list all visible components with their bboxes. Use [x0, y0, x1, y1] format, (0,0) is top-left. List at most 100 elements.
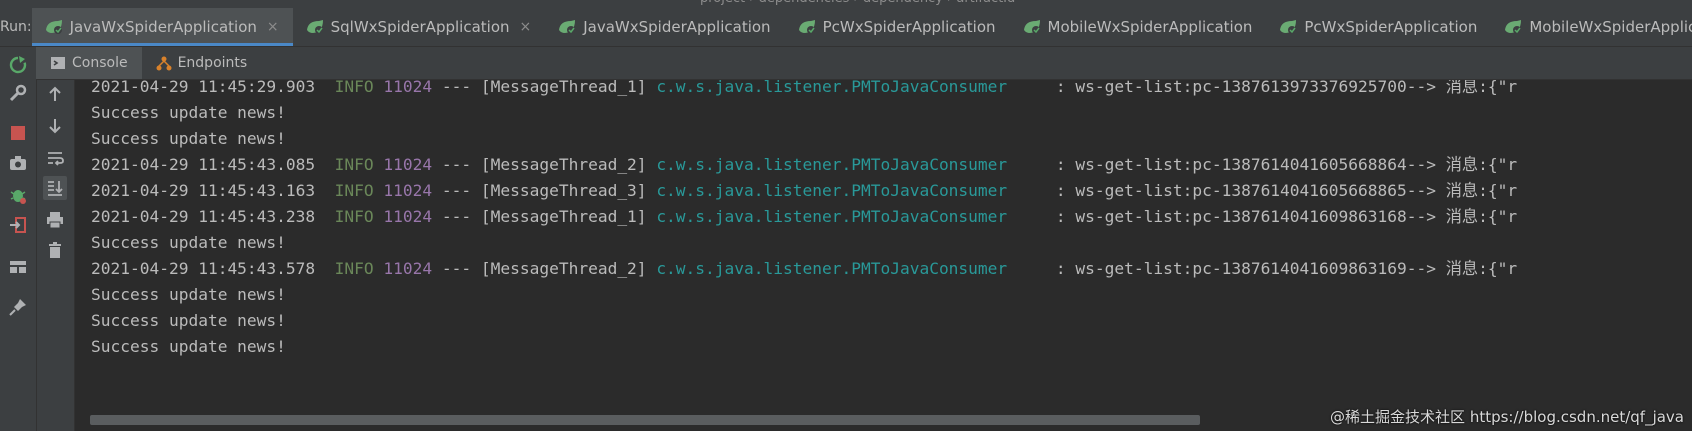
log-level: INFO: [334, 155, 374, 174]
log-separator: ---: [441, 155, 472, 174]
log-thread: [MessageThread_2]: [480, 155, 647, 174]
soft-wrap-icon[interactable]: [45, 148, 65, 168]
run-tab-label: MobileWxSpiderApplication: [1047, 18, 1253, 36]
output-text: Success update news!: [91, 285, 286, 304]
output-line: Success update news!: [91, 333, 286, 361]
log-level: INFO: [334, 207, 374, 226]
watermark-text: @稀土掘金技术社区 https://blog.csdn.net/qf_java: [1330, 408, 1684, 426]
log-logger: c.w.s.java.listener.PMToJavaConsumer: [656, 207, 1008, 226]
endpoints-icon: [156, 56, 172, 71]
spring-boot-app-icon: [559, 20, 576, 34]
pin-icon[interactable]: [8, 297, 28, 317]
scroll-to-end-toggle[interactable]: [43, 176, 67, 200]
output-text: Success update news!: [91, 103, 286, 122]
exit-icon[interactable]: [8, 215, 28, 235]
run-tab[interactable]: MobileWxSpiderApplica: [1491, 8, 1692, 46]
console-output[interactable]: 2021-04-29 11:45:29.903 INFO 11024 --- […: [75, 80, 1692, 431]
output-line: Success update news!: [91, 125, 286, 153]
log-level: INFO: [334, 181, 374, 200]
log-timestamp: 2021-04-29 11:45:29.903: [91, 80, 316, 96]
log-line: 2021-04-29 11:45:43.085 INFO 11024 --- […: [91, 151, 1517, 179]
log-separator: ---: [441, 181, 472, 200]
log-timestamp: 2021-04-29 11:45:43.578: [91, 259, 316, 278]
output-line: Success update news!: [91, 307, 286, 335]
output-line: Success update news!: [91, 229, 286, 257]
output-text: Success update news!: [91, 311, 286, 330]
spring-boot-app-icon: [1505, 20, 1522, 34]
run-left-toolbar: [0, 47, 37, 431]
run-label: Run:: [0, 19, 32, 35]
spring-boot-app-icon: [45, 20, 62, 34]
breadcrumb-item[interactable]: dependency: [863, 0, 943, 6]
run-tab-label: MobileWxSpiderApplica: [1529, 18, 1692, 36]
log-line: 2021-04-29 11:45:43.578 INFO 11024 --- […: [91, 255, 1517, 283]
breadcrumb-item[interactable]: artifactId: [956, 0, 1015, 6]
run-tab-label: JavaWxSpiderApplication: [583, 18, 771, 36]
breadcrumb-separator: ›: [745, 0, 758, 6]
log-message: : ws-get-list:pc-1387613973376925700--> …: [1055, 80, 1518, 96]
tab-endpoints-label: Endpoints: [177, 55, 248, 71]
log-separator: ---: [441, 80, 472, 96]
run-tab[interactable]: JavaWxSpiderApplication ×: [31, 8, 293, 46]
console-icon: [51, 57, 65, 69]
run-tab[interactable]: PcWxSpiderApplication: [785, 8, 1010, 46]
log-timestamp: 2021-04-29 11:45:43.163: [91, 181, 316, 200]
run-tab-label: PcWxSpiderApplication: [1304, 18, 1478, 36]
log-thread: [MessageThread_2]: [480, 259, 647, 278]
scroll-to-end-icon: [48, 181, 63, 196]
run-tab[interactable]: JavaWxSpiderApplication: [545, 8, 784, 46]
watermark: @稀土掘金技术社区 https://blog.csdn.net/qf_java: [1330, 406, 1684, 427]
tab-endpoints[interactable]: Endpoints: [142, 47, 262, 79]
tab-console-label: Console: [72, 55, 128, 71]
horizontal-scrollbar[interactable]: [90, 415, 1200, 425]
tab-console[interactable]: Console: [36, 47, 142, 79]
log-pid: 11024: [383, 207, 433, 226]
output-text: Success update news!: [91, 337, 286, 356]
log-logger: c.w.s.java.listener.PMToJavaConsumer: [656, 181, 1008, 200]
layout-icon[interactable]: [8, 257, 28, 277]
log-line: 2021-04-29 11:45:43.238 INFO 11024 --- […: [91, 203, 1517, 231]
run-tab[interactable]: SqlWxSpiderApplication ×: [293, 8, 546, 46]
output-line: Success update news!: [91, 281, 286, 309]
breadcrumb-separator: ›: [849, 0, 862, 6]
run-tab-label: JavaWxSpiderApplication: [69, 18, 257, 36]
log-timestamp: 2021-04-29 11:45:43.238: [91, 207, 316, 226]
output-line: Success update news!: [91, 99, 286, 127]
run-tab-label: PcWxSpiderApplication: [822, 18, 996, 36]
print-icon[interactable]: [45, 210, 65, 230]
stop-icon[interactable]: [8, 123, 28, 143]
spring-boot-app-icon: [1023, 20, 1040, 34]
log-pid: 11024: [383, 155, 433, 174]
close-icon[interactable]: ×: [520, 19, 532, 35]
settings-wrench-icon[interactable]: [8, 83, 28, 103]
arrow-up-icon[interactable]: [45, 84, 65, 104]
spring-boot-app-icon: [1280, 20, 1297, 34]
camera-icon[interactable]: [8, 153, 28, 173]
run-tab-bar: Run: JavaWxSpiderApplication × SqlWxSpider…: [0, 8, 1692, 47]
run-tab[interactable]: MobileWxSpiderApplication: [1010, 8, 1267, 46]
breadcrumb-item[interactable]: dependencies: [759, 0, 850, 6]
close-icon[interactable]: ×: [267, 19, 279, 35]
breadcrumb: project › dependencies › dependency › ar…: [700, 0, 1015, 6]
log-logger: c.w.s.java.listener.PMToJavaConsumer: [656, 155, 1008, 174]
log-pid: 11024: [383, 80, 433, 96]
arrow-down-icon[interactable]: [45, 116, 65, 136]
log-message: : ws-get-list:pc-1387614041605668864--> …: [1055, 155, 1518, 174]
log-line: 2021-04-29 11:45:43.163 INFO 11024 --- […: [91, 177, 1517, 205]
log-message: : ws-get-list:pc-1387614041609863168--> …: [1055, 207, 1518, 226]
log-separator: ---: [441, 207, 472, 226]
console-side-toolbar: [37, 80, 75, 431]
debug-bug-icon[interactable]: [8, 185, 28, 205]
log-pid: 11024: [383, 181, 433, 200]
run-tab[interactable]: PcWxSpiderApplication: [1266, 8, 1491, 46]
rerun-icon[interactable]: [8, 55, 28, 75]
log-separator: ---: [441, 259, 472, 278]
trash-icon[interactable]: [45, 240, 65, 260]
log-thread: [MessageThread_3]: [480, 181, 647, 200]
run-subtab-bar: Console Endpoints: [36, 47, 1692, 80]
breadcrumb-item[interactable]: project: [700, 0, 745, 6]
log-logger: c.w.s.java.listener.PMToJavaConsumer: [656, 259, 1008, 278]
log-thread: [MessageThread_1]: [480, 207, 647, 226]
spring-boot-app-icon: [306, 20, 323, 34]
output-text: Success update news!: [91, 129, 286, 148]
